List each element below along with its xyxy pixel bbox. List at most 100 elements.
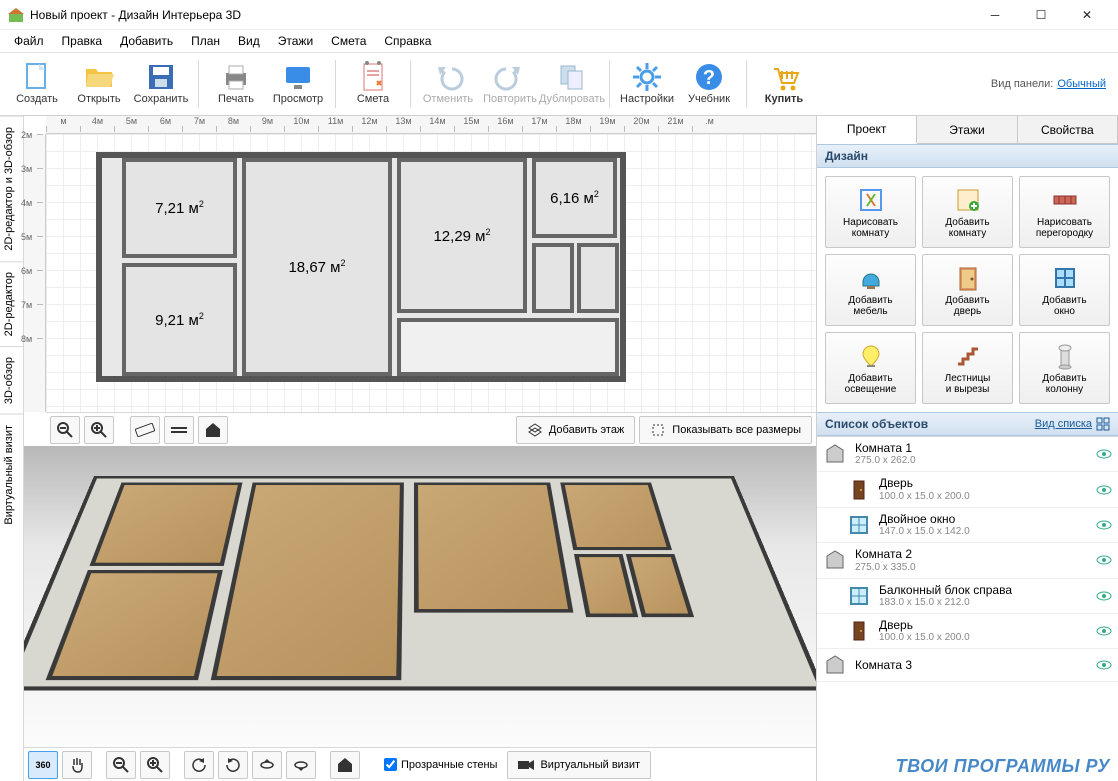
dimensions-icon [650, 422, 666, 438]
undo-button[interactable]: Отменить [417, 56, 479, 112]
rotate360-button[interactable]: 360 [28, 751, 58, 779]
room-small-1[interactable] [532, 243, 574, 313]
rotate-left-button[interactable] [184, 751, 214, 779]
virtual-visit-button[interactable]: Виртуальный визит [507, 751, 651, 779]
door-icon [847, 478, 871, 502]
floorplan-outline: 7,21 м2 18,67 м2 12,29 м2 6,16 м2 9,21 м… [96, 152, 626, 382]
object-row[interactable]: Дверь100.0 x 15.0 x 200.0 [817, 472, 1118, 507]
side-tab-virtual[interactable]: Виртуальный визит [0, 414, 23, 535]
room-3[interactable]: 12,29 м2 [397, 158, 527, 313]
maximize-button[interactable]: ☐ [1018, 0, 1064, 30]
minimize-button[interactable]: ─ [972, 0, 1018, 30]
design-btn-0[interactable]: Нарисоватькомнату [825, 176, 916, 248]
2d-view[interactable]: 7,21 м2 18,67 м2 12,29 м2 6,16 м2 9,21 м… [24, 116, 816, 446]
transparent-walls-checkbox[interactable]: Прозрачные стены [384, 758, 497, 771]
open-button[interactable]: Открыть [68, 56, 130, 112]
visibility-icon[interactable] [1096, 449, 1112, 459]
settings-button[interactable]: Настройки [616, 56, 678, 112]
zoom-in-button[interactable] [84, 416, 114, 444]
grid-button[interactable] [164, 416, 194, 444]
list-view-icon[interactable] [1096, 417, 1110, 431]
design-btn-6[interactable]: Добавитьосвещение [825, 332, 916, 404]
design-btn-4[interactable]: Добавитьдверь [922, 254, 1013, 326]
object-list[interactable]: Комната 1275.0 x 262.0Дверь100.0 x 15.0 … [817, 436, 1118, 781]
measure-button[interactable] [130, 416, 160, 444]
room-1[interactable]: 7,21 м2 [122, 158, 237, 258]
menu-floors[interactable]: Этажи [270, 32, 321, 50]
svg-text:?: ? [703, 67, 715, 89]
menu-view[interactable]: Вид [230, 32, 268, 50]
objects-section-header: Список объектов Вид списка [817, 412, 1118, 436]
floorplan-canvas[interactable]: 7,21 м2 18,67 м2 12,29 м2 6,16 м2 9,21 м… [46, 134, 816, 412]
menu-add[interactable]: Добавить [112, 32, 181, 50]
redo-button[interactable]: Повторить [479, 56, 541, 112]
design-btn-7[interactable]: Лестницыи вырезы [922, 332, 1013, 404]
room-5[interactable]: 9,21 м2 [122, 263, 237, 376]
menu-edit[interactable]: Правка [54, 32, 111, 50]
show-dims-button[interactable]: Показывать все размеры [639, 416, 812, 444]
tilt-up-button[interactable] [252, 751, 282, 779]
object-row[interactable]: Балконный блок справа183.0 x 15.0 x 212.… [817, 579, 1118, 614]
visibility-icon[interactable] [1096, 555, 1112, 565]
preview-button[interactable]: Просмотр [267, 56, 329, 112]
home-button[interactable] [198, 416, 228, 444]
object-row[interactable]: Дверь100.0 x 15.0 x 200.0 [817, 614, 1118, 649]
tab-floors[interactable]: Этажи [917, 116, 1017, 143]
menubar: Файл Правка Добавить План Вид Этажи Смет… [0, 30, 1118, 52]
design-section-header: Дизайн [817, 144, 1118, 168]
menu-estimate[interactable]: Смета [323, 32, 374, 50]
room-4[interactable]: 6,16 м2 [532, 158, 617, 238]
list-view-link[interactable]: Вид списка [1035, 418, 1092, 430]
save-button[interactable]: Сохранить [130, 56, 192, 112]
window-icon [847, 584, 871, 608]
object-row[interactable]: Комната 1275.0 x 262.0 [817, 437, 1118, 472]
print-button[interactable]: Печать [205, 56, 267, 112]
room-2[interactable]: 18,67 м2 [242, 158, 392, 376]
tab-project[interactable]: Проект [817, 116, 917, 144]
menu-file[interactable]: Файл [6, 32, 52, 50]
visibility-icon[interactable] [1096, 626, 1112, 636]
tutorial-button[interactable]: ?Учебник [678, 56, 740, 112]
menu-help[interactable]: Справка [376, 32, 439, 50]
side-tab-2d[interactable]: 2D-редактор [0, 261, 23, 346]
3d-zoom-out-button[interactable] [106, 751, 136, 779]
view-panel-label: Вид панели: [991, 78, 1053, 90]
room-small-2[interactable] [577, 243, 619, 313]
object-row[interactable]: Комната 2275.0 x 335.0 [817, 543, 1118, 578]
3d-view[interactable]: 360 Прозрачные стены Виртуальный визит [24, 446, 816, 781]
object-row[interactable]: Комната 3 [817, 649, 1118, 682]
visibility-icon[interactable] [1096, 485, 1112, 495]
design-btn-8[interactable]: Добавитьколонну [1019, 332, 1110, 404]
design-btn-5[interactable]: Добавитьокно [1019, 254, 1110, 326]
door-icon [847, 619, 871, 643]
visibility-icon[interactable] [1096, 660, 1112, 670]
vertical-ruler [24, 134, 46, 412]
rotate-right-button[interactable] [218, 751, 248, 779]
room-icon [823, 548, 847, 572]
3d-zoom-in-button[interactable] [140, 751, 170, 779]
add-floor-button[interactable]: Добавить этаж [516, 416, 635, 444]
duplicate-button[interactable]: Дублировать [541, 56, 603, 112]
design-btn-2[interactable]: Нарисоватьперегородку [1019, 176, 1110, 248]
estimate-button[interactable]: Смета [342, 56, 404, 112]
corridor[interactable] [397, 318, 619, 376]
right-panel: Проект Этажи Свойства Дизайн Нарисоватьк… [816, 116, 1118, 781]
tilt-down-button[interactable] [286, 751, 316, 779]
visibility-icon[interactable] [1096, 591, 1112, 601]
buy-button[interactable]: Купить [753, 56, 815, 112]
view-panel-mode[interactable]: Обычный [1057, 78, 1106, 90]
side-tab-3d[interactable]: 3D-обзор [0, 346, 23, 414]
pan-button[interactable] [62, 751, 92, 779]
room-icon [823, 653, 847, 677]
visibility-icon[interactable] [1096, 520, 1112, 530]
design-btn-3[interactable]: Добавитьмебель [825, 254, 916, 326]
menu-plan[interactable]: План [183, 32, 228, 50]
close-button[interactable]: ✕ [1064, 0, 1110, 30]
zoom-out-button[interactable] [50, 416, 80, 444]
create-button[interactable]: Создать [6, 56, 68, 112]
side-tab-2d3d[interactable]: 2D-редактор и 3D-обзор [0, 116, 23, 261]
3d-home-button[interactable] [330, 751, 360, 779]
object-row[interactable]: Двойное окно147.0 x 15.0 x 142.0 [817, 508, 1118, 543]
tab-properties[interactable]: Свойства [1018, 116, 1118, 143]
design-btn-1[interactable]: Добавитькомнату [922, 176, 1013, 248]
